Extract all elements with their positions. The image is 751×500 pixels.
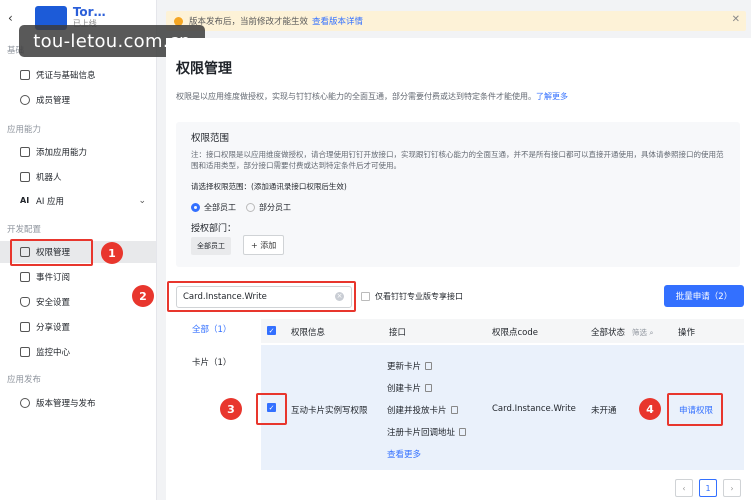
- scope-select-label: 请选择权限范围：(添加通讯录接口权限后生效): [191, 182, 347, 191]
- table-header: ✓ 权限信息 接口 权限点code 全部状态 筛选 ⌕ 操作: [261, 319, 744, 343]
- only-pro-filter[interactable]: 仅看钉钉专业版专享接口: [361, 291, 463, 302]
- annotation-badge-4: 4: [639, 398, 661, 420]
- header-api: 接口: [389, 328, 407, 338]
- select-all-checkbox[interactable]: ✓: [267, 326, 281, 336]
- batch-apply-button[interactable]: 批量申请（2）: [664, 285, 744, 307]
- search-icon: ⌕: [649, 328, 654, 337]
- dept-tag: 全部员工: [191, 237, 231, 255]
- scope-radio-group: 全部员工 部分员工: [191, 202, 291, 213]
- sidebar-item-events[interactable]: 事件订阅: [0, 266, 156, 288]
- robot-icon: [20, 172, 30, 182]
- chevron-down-icon: ⌄: [138, 196, 146, 206]
- scope-title: 权限范围: [191, 133, 230, 144]
- annotation-box-2: [167, 281, 356, 312]
- dept-label: 授权部门：: [191, 224, 237, 234]
- category-card[interactable]: 卡片（1）: [192, 356, 231, 368]
- user-icon: [20, 95, 30, 105]
- sidebar-item-versions[interactable]: 版本管理与发布: [0, 392, 156, 414]
- page-title: 权限管理: [176, 61, 232, 77]
- section-release: 应用发布: [7, 375, 42, 385]
- pager-current[interactable]: 1: [699, 479, 717, 497]
- annotation-box-4: [667, 393, 723, 426]
- back-icon[interactable]: ‹: [8, 11, 13, 25]
- scope-card: 权限范围 注：接口权限是以应用维度做授权，请合理使用钉钉开放接口，实现跟钉钉核心…: [176, 122, 740, 267]
- share-icon: [20, 322, 30, 332]
- version-icon: [20, 398, 30, 408]
- annotation-badge-2: 2: [132, 285, 154, 307]
- grid-icon: [20, 147, 30, 157]
- annotation-box-3: [256, 393, 287, 425]
- event-icon: [20, 272, 30, 282]
- shield-icon: [20, 297, 30, 307]
- sidebar-item-members[interactable]: 成员管理: [0, 89, 156, 111]
- row-code: Card.Instance.Write: [492, 404, 576, 414]
- api-update-card: 更新卡片: [387, 360, 433, 372]
- learn-more-link[interactable]: 了解更多: [536, 92, 568, 101]
- sidebar-item-share[interactable]: 分享设置: [0, 316, 156, 338]
- annotation-badge-1: 1: [101, 242, 123, 264]
- section-dev: 开发配置: [7, 225, 42, 235]
- api-create-deliver-card: 创建并投放卡片: [387, 404, 458, 416]
- category-all[interactable]: 全部（1）: [192, 323, 231, 335]
- radio-part-employees[interactable]: [246, 203, 255, 212]
- ai-icon: AI: [20, 196, 30, 205]
- add-dept-button[interactable]: + 添加: [243, 235, 285, 255]
- api-create-card: 创建卡片: [387, 382, 433, 394]
- notice-bar: 版本发布后，当前修改才能生效 查看版本详情 ✕: [166, 11, 746, 31]
- sidebar-item-credentials[interactable]: 凭证与基础信息: [0, 64, 156, 86]
- key-icon: [20, 70, 30, 80]
- header-code: 权限点code: [492, 328, 538, 338]
- sidebar-item-monitor[interactable]: 监控中心: [0, 341, 156, 363]
- version-detail-link[interactable]: 查看版本详情: [312, 15, 363, 27]
- header-filter[interactable]: 筛选 ⌕: [632, 327, 654, 338]
- page-description: 权限是以应用维度做授权，实现与钉钉核心能力的全面互通，部分需要付费或达到特定条件…: [176, 92, 568, 101]
- view-more-link[interactable]: 查看更多: [387, 448, 421, 460]
- header-op: 操作: [678, 328, 696, 338]
- row-info: 互动卡片实例写权限: [291, 406, 368, 416]
- close-icon[interactable]: ✕: [732, 14, 740, 25]
- doc-icon[interactable]: [450, 406, 458, 414]
- monitor-icon: [20, 347, 30, 357]
- header-status[interactable]: 全部状态: [591, 326, 625, 338]
- doc-icon[interactable]: [425, 362, 433, 370]
- section-capability: 应用能力: [7, 125, 42, 135]
- sidebar-item-add-capability[interactable]: 添加应用能力: [0, 141, 156, 163]
- api-register-callback: 注册卡片回调地址: [387, 426, 467, 438]
- row-status: 未开通: [591, 406, 617, 416]
- doc-icon[interactable]: [459, 428, 467, 436]
- doc-icon[interactable]: [425, 384, 433, 392]
- sidebar-item-robot[interactable]: 机器人: [0, 166, 156, 188]
- only-pro-checkbox[interactable]: [361, 292, 370, 301]
- header-info: 权限信息: [291, 328, 326, 338]
- pager-next[interactable]: ›: [723, 479, 741, 497]
- sidebar-item-ai[interactable]: AI AI 应用 ⌄: [0, 190, 156, 212]
- main-panel: 权限管理 权限是以应用维度做授权，实现与钉钉核心能力的全面互通，部分需要付费或达…: [166, 38, 751, 500]
- radio-all-employees[interactable]: [191, 203, 200, 212]
- annotation-badge-3: 3: [220, 398, 242, 420]
- pager-prev[interactable]: ‹: [675, 479, 693, 497]
- scope-note: 注：接口权限是以应用维度做授权，请合理使用钉钉开放接口，实现跟钉钉核心能力的全面…: [191, 150, 724, 170]
- annotation-box-1: [10, 239, 93, 266]
